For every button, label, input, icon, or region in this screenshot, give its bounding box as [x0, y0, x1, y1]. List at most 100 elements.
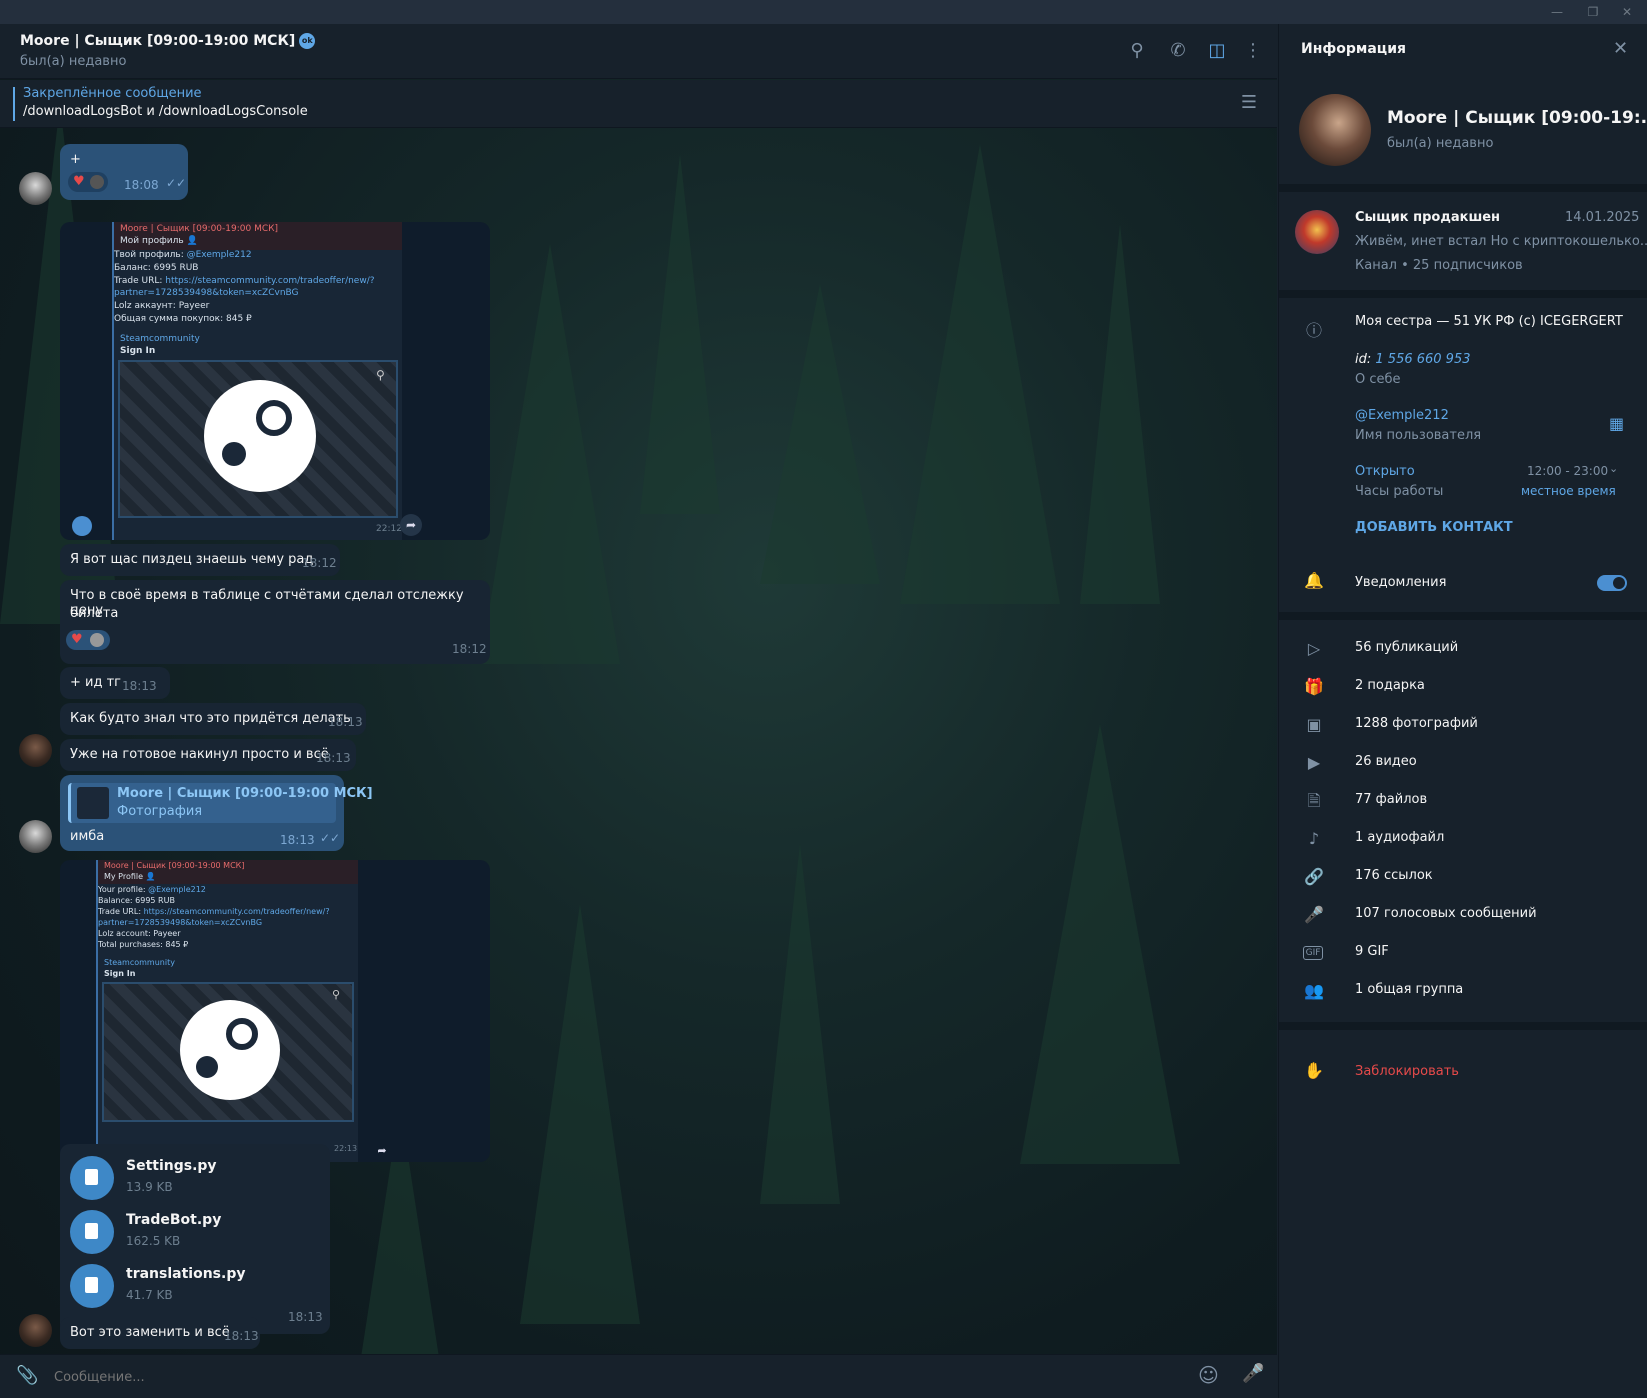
- shot-line: Lolz account: Payeer: [98, 929, 181, 938]
- shot-line: Trade URL: https://steamcommunity.com/tr…: [114, 276, 375, 286]
- background-tree: [640, 154, 720, 514]
- more-options-icon[interactable]: ⋮: [1242, 40, 1264, 62]
- forward-icon[interactable]: ➦: [372, 1144, 392, 1162]
- shot-line: Total purchases: 845 ₽: [98, 940, 189, 949]
- message-bubble[interactable]: Что в своё время в таблице с отчётами сд…: [60, 580, 490, 664]
- message-text: билета: [70, 606, 119, 621]
- pinned-list-icon[interactable]: ☰: [1238, 92, 1260, 114]
- message-bubble[interactable]: Как будто знал что это придётся делать 1…: [60, 703, 366, 735]
- window-titlebar: — ❐ ✕: [0, 0, 1647, 24]
- link-icon: 🔗: [1304, 867, 1324, 886]
- forward-name: Moore | Сыщик [09:00-19:00 МСК]: [120, 224, 279, 234]
- shot-line: partner=1728539498&token=xcZCvnBG: [114, 288, 299, 298]
- reaction-badge[interactable]: ♥: [68, 172, 108, 192]
- background-tree: [480, 244, 620, 664]
- notifications-toggle[interactable]: [1597, 575, 1627, 591]
- message-bubble[interactable]: + ♥ 18:08 ✓✓: [60, 144, 188, 200]
- phone-icon[interactable]: ✆: [1167, 40, 1189, 62]
- message-bubble[interactable]: + ид тг 18:13: [60, 667, 170, 699]
- message-bubble[interactable]: Я вот щас пиздец знаешь чему рад 18:12: [60, 544, 340, 576]
- user-id[interactable]: id: 1 556 660 953: [1355, 352, 1471, 367]
- stat-label: 9 GIF: [1355, 944, 1389, 959]
- local-time-link[interactable]: местное время: [1521, 484, 1616, 498]
- mic-icon[interactable]: 🎤: [1242, 1363, 1264, 1384]
- stories-icon: ▷: [1307, 639, 1321, 658]
- restore-button[interactable]: ❐: [1578, 2, 1608, 22]
- stat-label: 56 публикаций: [1355, 640, 1459, 655]
- double-check-icon: ✓✓: [166, 176, 187, 190]
- avatar[interactable]: [19, 172, 52, 205]
- avatar[interactable]: [19, 820, 52, 853]
- chat-header: Moore | Сыщик [09:00-19:00 МСК] ok был(а)…: [0, 24, 1277, 79]
- file-size: 162.5 KB: [126, 1234, 181, 1248]
- pinned-title: Закреплённое сообщение: [23, 86, 202, 101]
- business-hours[interactable]: 12:00 - 23:00: [1527, 464, 1608, 478]
- mic-icon: 🎤: [1304, 905, 1324, 924]
- qr-code-icon[interactable]: ▦: [1609, 414, 1624, 433]
- divider: [1279, 612, 1647, 620]
- search-icon[interactable]: ⚲: [1126, 40, 1148, 62]
- chat-status: был(а) недавно: [20, 54, 127, 69]
- chat-title[interactable]: Moore | Сыщик [09:00-19:00 МСК] ok: [20, 33, 316, 49]
- image-message[interactable]: Moore | Сыщик [09:00-19:00 МСК] My Profi…: [60, 860, 490, 1162]
- pinned-message[interactable]: Закреплённое сообщение /downloadLogsBot …: [0, 80, 1277, 128]
- profile-avatar[interactable]: [1299, 94, 1371, 166]
- file-icon[interactable]: [70, 1156, 114, 1200]
- message-input[interactable]: [54, 1363, 1154, 1391]
- video-icon: ▶: [1307, 753, 1321, 772]
- chevron-down-icon[interactable]: ⌄: [1609, 462, 1618, 475]
- username-link[interactable]: @Exemple212: [1355, 408, 1449, 423]
- link-title: Sign In: [104, 969, 136, 978]
- gift-icon: 🎁: [1304, 677, 1324, 696]
- image-message[interactable]: Moore | Сыщик [09:00-19:00 МСК] Мой проф…: [60, 222, 490, 540]
- notifications-label: Уведомления: [1355, 575, 1447, 590]
- username-label: Имя пользователя: [1355, 428, 1482, 443]
- sidebar-toggle-icon[interactable]: ◫: [1206, 40, 1228, 62]
- reply-preview[interactable]: Moore | Сыщик [09:00-19:00 МСК] Фотограф…: [68, 783, 373, 823]
- avatar[interactable]: [19, 734, 52, 767]
- reply-name: Moore | Сыщик [09:00-19:00 МСК]: [117, 786, 373, 801]
- zoom-icon[interactable]: ⚲: [376, 368, 385, 382]
- shot-line: Твой профиль: @Exemple212: [114, 250, 252, 260]
- file-name: Settings.py: [126, 1158, 217, 1174]
- open-status: Открыто: [1355, 464, 1415, 479]
- stat-label: 1 общая группа: [1355, 982, 1464, 997]
- message-bubble[interactable]: Уже на готовое накинул просто и всё 18:1…: [60, 739, 356, 771]
- message-bubble[interactable]: Moore | Сыщик [09:00-19:00 МСК] Фотограф…: [60, 775, 373, 851]
- file-size: 13.9 KB: [126, 1180, 173, 1194]
- forward-icon[interactable]: ➦: [400, 514, 422, 536]
- heart-icon: ♥: [73, 174, 85, 189]
- message-text: имба: [70, 829, 105, 844]
- screenshot-preview: Moore | Сыщик [09:00-19:00 МСК] Мой проф…: [112, 222, 402, 540]
- message-text: Я вот щас пиздец знаешь чему рад: [70, 552, 314, 567]
- file-icon[interactable]: [70, 1264, 114, 1308]
- minimize-button[interactable]: —: [1542, 2, 1572, 22]
- hours-label: Часы работы: [1355, 484, 1444, 499]
- shot-time: 22:12: [376, 524, 402, 534]
- stat-label: 1 аудиофайл: [1355, 830, 1445, 845]
- steam-logo-icon: [204, 380, 316, 492]
- shot-line: My Profile 👤: [104, 872, 156, 881]
- close-window-button[interactable]: ✕: [1612, 2, 1642, 22]
- steam-preview: ⚲: [118, 360, 398, 518]
- gif-icon: GIF: [1303, 946, 1323, 960]
- reaction-badge[interactable]: ♥: [66, 630, 110, 650]
- message-bubble[interactable]: Вот это заменить и всё 18:13: [60, 1317, 260, 1349]
- close-icon[interactable]: ✕: [1613, 38, 1628, 59]
- divider: [1279, 290, 1647, 298]
- divider: [1279, 1022, 1647, 1030]
- message-time: 18:12: [452, 642, 487, 656]
- forward-name: Moore | Сыщик [09:00-19:00 МСК]: [104, 861, 245, 870]
- files-message[interactable]: Settings.py 13.9 KB TradeBot.py 162.5 KB…: [60, 1144, 330, 1334]
- steam-preview: ⚲: [102, 982, 354, 1122]
- info-title: Информация: [1301, 41, 1406, 57]
- zoom-icon[interactable]: ⚲: [332, 988, 340, 1001]
- message-time: 18:08: [124, 178, 159, 192]
- avatar[interactable]: [19, 1314, 52, 1347]
- message-time: 18:13: [122, 679, 157, 693]
- add-contact-button[interactable]: ДОБАВИТЬ КОНТАКТ: [1355, 520, 1513, 535]
- stat-label: 1288 фотографий: [1355, 716, 1478, 731]
- file-icon[interactable]: [70, 1210, 114, 1254]
- attach-icon[interactable]: 📎: [16, 1365, 38, 1386]
- emoji-icon[interactable]: ☺: [1198, 1363, 1219, 1387]
